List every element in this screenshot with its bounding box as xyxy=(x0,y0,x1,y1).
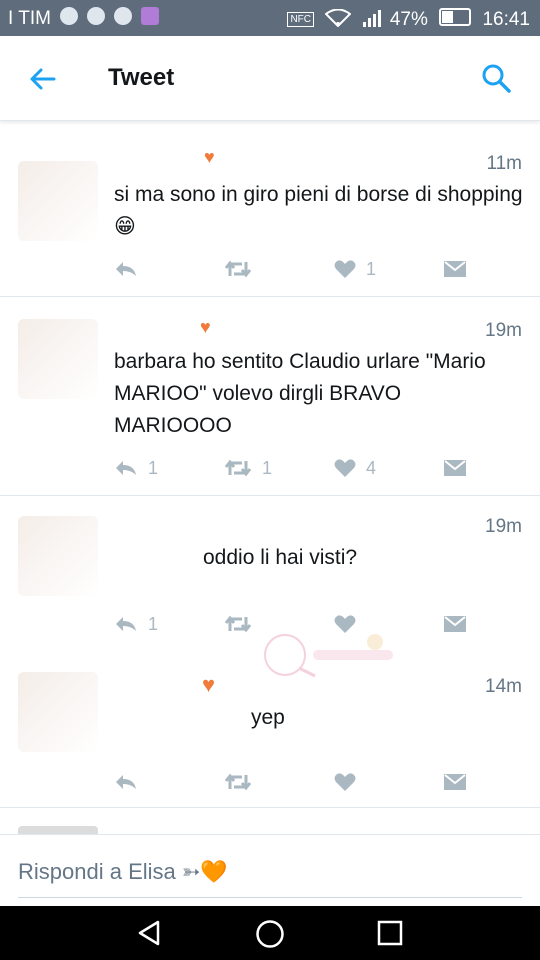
android-nav-bar xyxy=(0,906,540,960)
reply-button[interactable]: 1 xyxy=(114,455,158,481)
back-triangle-icon[interactable] xyxy=(136,919,164,947)
battery-icon xyxy=(439,8,472,26)
gallery-icon xyxy=(141,7,159,25)
like-count: 1 xyxy=(366,258,377,279)
retweet-button[interactable] xyxy=(224,256,262,282)
retweet-icon xyxy=(224,615,252,633)
reply-icon xyxy=(116,775,136,789)
recents-square-icon[interactable] xyxy=(376,919,404,947)
reply-count: 1 xyxy=(148,613,159,634)
status-bar: I TIM NFC 47% 16:41 xyxy=(0,0,540,36)
page-title: Tweet xyxy=(108,64,175,91)
home-circle-icon[interactable] xyxy=(255,919,285,949)
envelope-icon xyxy=(444,774,466,790)
notification-icon xyxy=(87,7,105,25)
tweet-time: 19m xyxy=(485,516,522,537)
back-arrow-icon[interactable] xyxy=(28,64,58,94)
app-header: Tweet xyxy=(0,36,540,121)
heart-emoji-icon: ♥ xyxy=(204,147,215,167)
divider xyxy=(0,807,540,808)
reply-underline xyxy=(18,897,522,898)
reply-icon xyxy=(116,617,136,631)
next-tweet-peek xyxy=(18,826,98,834)
tweet-time: 19m xyxy=(485,320,522,341)
avatar[interactable] xyxy=(18,516,98,596)
reply-count: 1 xyxy=(148,457,159,478)
tweet-text: si ma sono in giro pieni di borse di sho… xyxy=(114,183,523,238)
wifi-icon xyxy=(324,8,352,28)
avatar[interactable] xyxy=(18,319,98,399)
reply-button[interactable] xyxy=(114,769,148,795)
like-button[interactable]: 4 xyxy=(334,455,376,481)
retweet-button[interactable]: 1 xyxy=(224,455,272,481)
retweet-count: 1 xyxy=(262,457,273,478)
direct-message-button[interactable] xyxy=(444,769,466,795)
clock: 16:41 xyxy=(482,9,530,30)
retweet-icon xyxy=(224,260,252,278)
heart-emoji-icon: ♥ xyxy=(200,317,211,337)
like-count: 4 xyxy=(366,457,377,478)
retweet-icon xyxy=(224,773,252,791)
notification-icon xyxy=(60,7,78,25)
heart-icon xyxy=(334,773,356,791)
reply-button[interactable]: 1 xyxy=(114,611,158,637)
retweet-icon xyxy=(224,459,252,477)
tweet-text: yep xyxy=(251,706,285,729)
direct-message-button[interactable] xyxy=(444,611,466,637)
avatar[interactable] xyxy=(18,161,98,241)
retweet-button[interactable] xyxy=(224,769,262,795)
envelope-icon xyxy=(444,460,466,476)
search-icon[interactable] xyxy=(480,62,512,94)
battery-percent: 47% xyxy=(389,9,428,30)
nfc-icon: NFC xyxy=(287,12,315,27)
tweet-actions: 1 xyxy=(114,256,466,282)
carrier-label: I TIM xyxy=(8,8,51,29)
reply-button[interactable] xyxy=(114,256,148,282)
reply-input[interactable]: Rispondi a Elisa ➳🧡 xyxy=(18,859,228,885)
reply-icon xyxy=(116,461,136,475)
reply-icon xyxy=(116,262,136,276)
like-button[interactable] xyxy=(334,769,366,795)
reply-composer[interactable]: Rispondi a Elisa ➳🧡 xyxy=(0,834,540,907)
avatar[interactable] xyxy=(18,672,98,752)
tweet-item[interactable]: ♥ 11m si ma sono in giro pieni di borse … xyxy=(0,121,540,296)
tweet-time: 14m xyxy=(485,676,522,697)
tweet-actions xyxy=(114,769,466,795)
heart-icon xyxy=(334,459,356,477)
notification-icons xyxy=(60,7,168,31)
like-button[interactable]: 1 xyxy=(334,256,376,282)
tweet-time: 11m xyxy=(486,153,522,174)
envelope-icon xyxy=(444,616,466,632)
watermark-logo xyxy=(264,634,393,678)
envelope-icon xyxy=(444,261,466,277)
direct-message-button[interactable] xyxy=(444,256,466,282)
tweet-actions: 1 1 4 xyxy=(114,455,466,481)
notification-icon xyxy=(114,7,132,25)
heart-emoji-icon: ♥ xyxy=(202,672,216,697)
tweet-text: oddio li hai visti? xyxy=(203,546,358,569)
heart-icon xyxy=(334,260,356,278)
signal-icon xyxy=(362,10,381,27)
tweet-text: barbara ho sentito Claudio urlare "Mario… xyxy=(114,350,486,437)
direct-message-button[interactable] xyxy=(444,455,466,481)
tweet-item[interactable]: ♥ 19m barbara ho sentito Claudio urlare … xyxy=(0,297,540,495)
